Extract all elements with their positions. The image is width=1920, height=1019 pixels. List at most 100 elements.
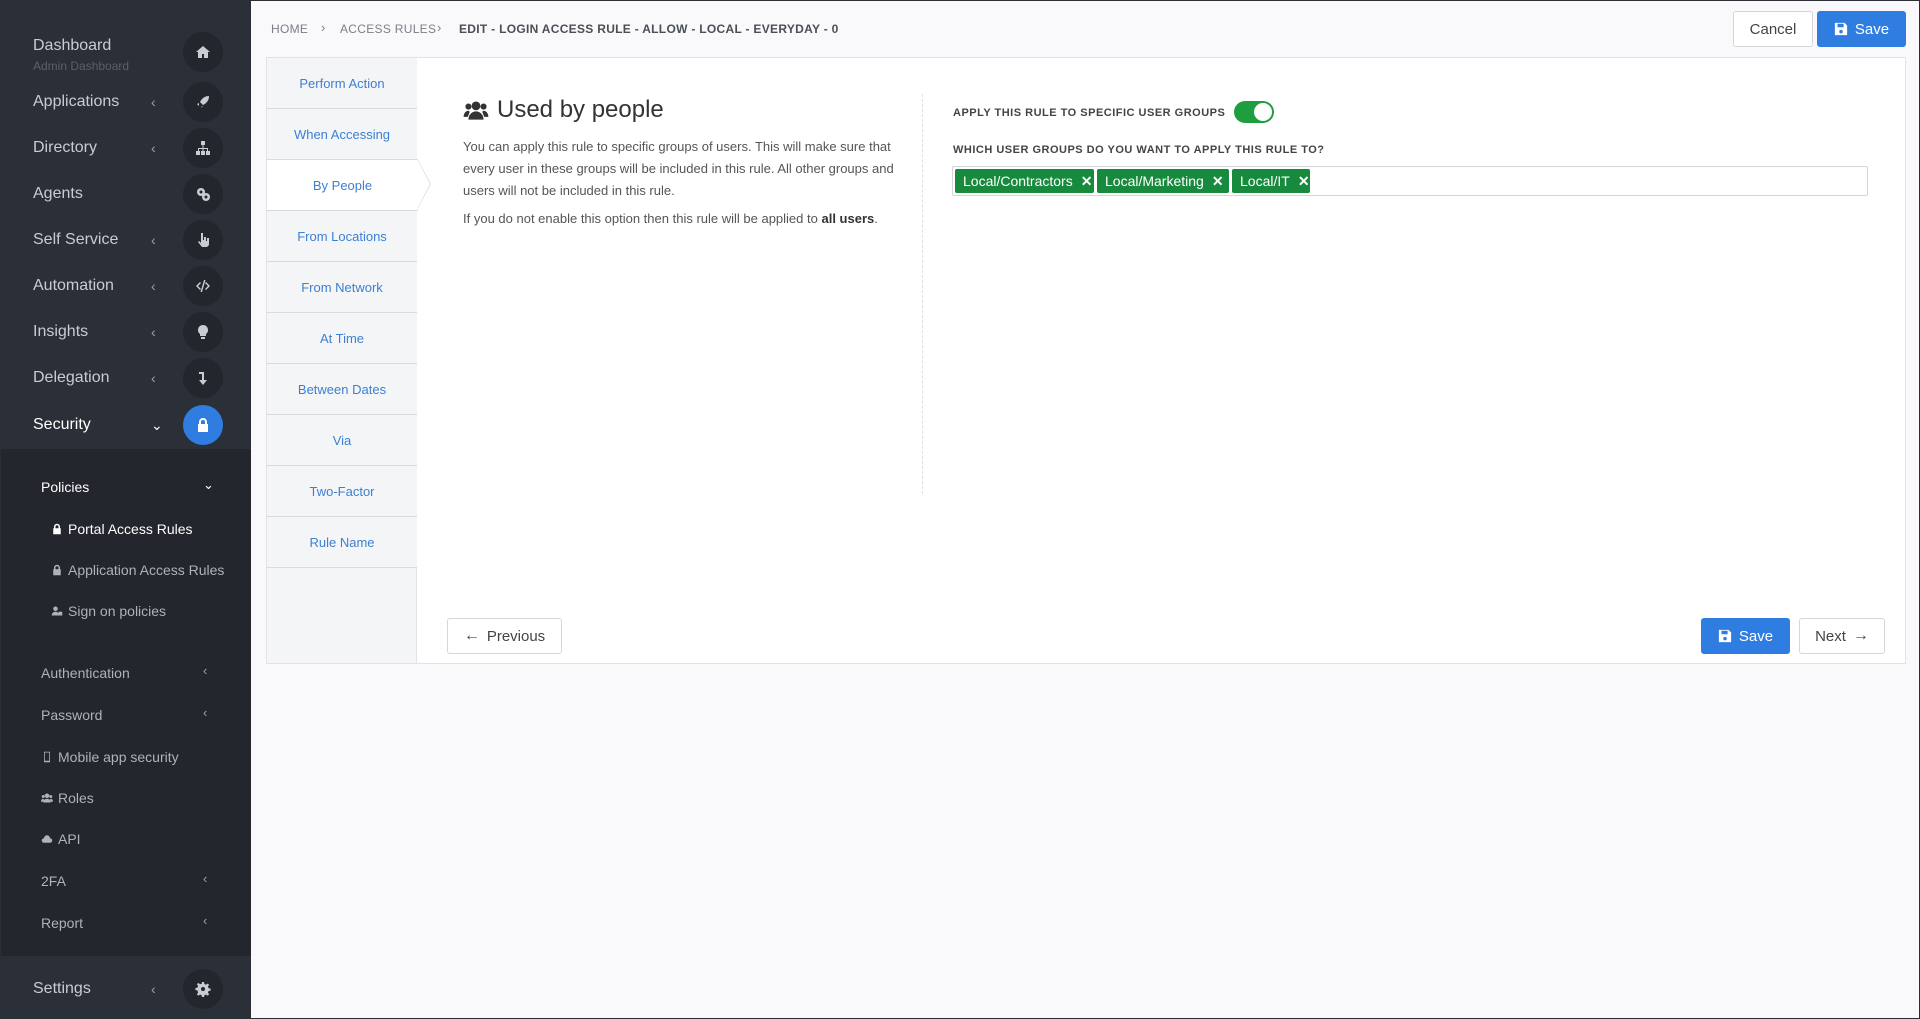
arrow-left-icon: ← <box>463 627 480 644</box>
top-bar: HOME › ACCESS RULES › EDIT - LOGIN ACCES… <box>251 1 1920 57</box>
group-tag-label: Local/IT <box>1240 173 1290 189</box>
sidebar-item-label: Dashboard <box>33 37 112 54</box>
application-access-rules-label: Application Access Rules <box>68 562 225 578</box>
breadcrumb-access-rules[interactable]: ACCESS RULES <box>340 22 436 36</box>
sitemap-icon <box>183 128 223 168</box>
remove-tag-icon[interactable]: ✕ <box>1298 173 1310 190</box>
rocket-icon <box>183 82 223 122</box>
password-menu-item[interactable]: Password <box>41 707 102 723</box>
sign-on-policies-item[interactable]: Sign on policies <box>51 603 166 619</box>
toggle-knob <box>1254 103 1272 121</box>
arrow-right-icon: → <box>1852 627 1869 644</box>
sidebar-item-label: Insights <box>33 323 89 340</box>
cancel-label: Cancel <box>1749 20 1797 38</box>
sidebar-item-settings[interactable]: Settings ‹ <box>1 966 251 1012</box>
tab-when-accessing[interactable]: When Accessing <box>267 109 417 160</box>
users-icon <box>463 101 489 120</box>
remove-tag-icon[interactable]: ✕ <box>1081 173 1093 190</box>
sidebar-item-insights[interactable]: Insights ‹ <box>1 309 251 355</box>
sidebar-item-directory[interactable]: Directory ‹ <box>1 125 251 171</box>
tab-rule-name[interactable]: Rule Name <box>267 517 417 568</box>
tab-via[interactable]: Via <box>267 415 417 466</box>
policies-label: Policies <box>41 479 90 495</box>
chevron-left-icon: ‹ <box>151 324 156 340</box>
next-button[interactable]: Next → <box>1799 618 1885 654</box>
report-label: Report <box>41 915 84 931</box>
sidebar-item-label: Agents <box>33 185 83 202</box>
group-tag: Local/Contractors ✕ <box>955 169 1094 193</box>
sidebar-item-label: Security <box>33 416 91 433</box>
code-icon <box>183 266 223 306</box>
wizard-tabs: Perform Action When Accessing By People … <box>267 58 418 663</box>
sidebar-item-dashboard[interactable]: Dashboard Admin Dashboard <box>1 29 251 75</box>
note-prefix: If you do not enable this option then th… <box>463 211 818 226</box>
save-button[interactable]: Save <box>1817 11 1906 47</box>
settings-bar: Settings ‹ <box>1 958 251 1019</box>
chevron-left-icon: ‹ <box>203 705 208 720</box>
chevron-left-icon: ‹ <box>151 232 156 248</box>
section-title-text: Used by people <box>497 96 664 123</box>
user-lock-icon <box>51 606 63 616</box>
2fa-label: 2FA <box>41 873 66 889</box>
save-label: Save <box>1854 20 1890 38</box>
mobile-icon <box>44 751 50 763</box>
application-access-rules-item[interactable]: Application Access Rules <box>51 562 224 578</box>
section-note: If you do not enable this option then th… <box>463 211 878 226</box>
tab-two-factor[interactable]: Two-Factor <box>267 466 417 517</box>
chevron-left-icon: ‹ <box>151 981 156 997</box>
sidebar-item-label: Self Service <box>33 231 119 248</box>
chevron-left-icon: ‹ <box>203 913 208 928</box>
footer-save-button[interactable]: Save <box>1701 618 1790 654</box>
save-icon <box>1718 629 1732 643</box>
users-icon <box>41 793 53 803</box>
portal-access-rules-label: Portal Access Rules <box>68 521 193 537</box>
chevron-left-icon: ‹ <box>151 94 156 110</box>
mobile-app-security-label: Mobile app security <box>58 749 179 765</box>
sidebar-item-agents[interactable]: Agents <box>1 171 251 217</box>
tab-between-dates[interactable]: Between Dates <box>267 364 417 415</box>
lock-icon <box>183 405 223 445</box>
sidebar-item-automation[interactable]: Automation ‹ <box>1 263 251 309</box>
user-groups-input[interactable]: Local/Contractors ✕ Local/Marketing ✕ Lo… <box>952 166 1868 196</box>
tab-by-people[interactable]: By People <box>267 160 418 211</box>
roles-label: Roles <box>58 790 94 806</box>
apply-groups-toggle[interactable] <box>1234 101 1274 123</box>
chevron-down-icon: ⌄ <box>203 477 214 492</box>
breadcrumb-home[interactable]: HOME <box>271 22 308 36</box>
mobile-app-security-item[interactable]: Mobile app security <box>41 749 179 765</box>
chevron-left-icon: ‹ <box>203 663 208 678</box>
section-description: You can apply this rule to specific grou… <box>463 139 894 198</box>
tab-at-time[interactable]: At Time <box>267 313 417 364</box>
cancel-button[interactable]: Cancel <box>1733 11 1813 47</box>
group-tag: Local/IT ✕ <box>1232 169 1310 193</box>
previous-button[interactable]: ← Previous <box>447 618 562 654</box>
portal-access-rules-item[interactable]: Portal Access Rules <box>51 521 193 537</box>
sidebar-item-security[interactable]: Security ⌄ <box>1 402 251 448</box>
remove-tag-icon[interactable]: ✕ <box>1212 173 1224 190</box>
password-label: Password <box>41 707 103 723</box>
tab-from-network[interactable]: From Network <box>267 262 417 313</box>
sidebar-item-applications[interactable]: Applications ‹ <box>1 79 251 125</box>
sidebar-item-label: Settings <box>33 980 91 997</box>
tab-from-locations[interactable]: From Locations <box>267 211 417 262</box>
home-icon <box>183 32 223 72</box>
tab-perform-action[interactable]: Perform Action <box>267 58 417 109</box>
groups-label: WHICH USER GROUPS DO YOU WANT TO APPLY T… <box>953 144 1325 156</box>
next-label: Next <box>1815 627 1846 645</box>
authentication-menu-item[interactable]: Authentication <box>41 665 130 681</box>
2fa-menu-item[interactable]: 2FA <box>41 873 66 889</box>
cloud-icon <box>41 835 53 843</box>
save-icon <box>1834 22 1848 36</box>
cogs-icon <box>183 174 223 214</box>
sign-on-policies-label: Sign on policies <box>68 603 167 619</box>
report-menu-item[interactable]: Report <box>41 915 83 931</box>
vertical-divider <box>922 94 923 494</box>
group-tag: Local/Marketing ✕ <box>1097 169 1229 193</box>
policies-menu-item[interactable]: Policies <box>41 479 89 495</box>
sidebar-item-self-service[interactable]: Self Service ‹ <box>1 217 251 263</box>
api-menu-item[interactable]: API <box>41 831 81 847</box>
previous-label: Previous <box>486 627 546 645</box>
active-tab-pointer-fill <box>417 159 430 209</box>
sidebar-item-delegation[interactable]: Delegation ‹ <box>1 355 251 401</box>
roles-menu-item[interactable]: Roles <box>41 790 94 806</box>
